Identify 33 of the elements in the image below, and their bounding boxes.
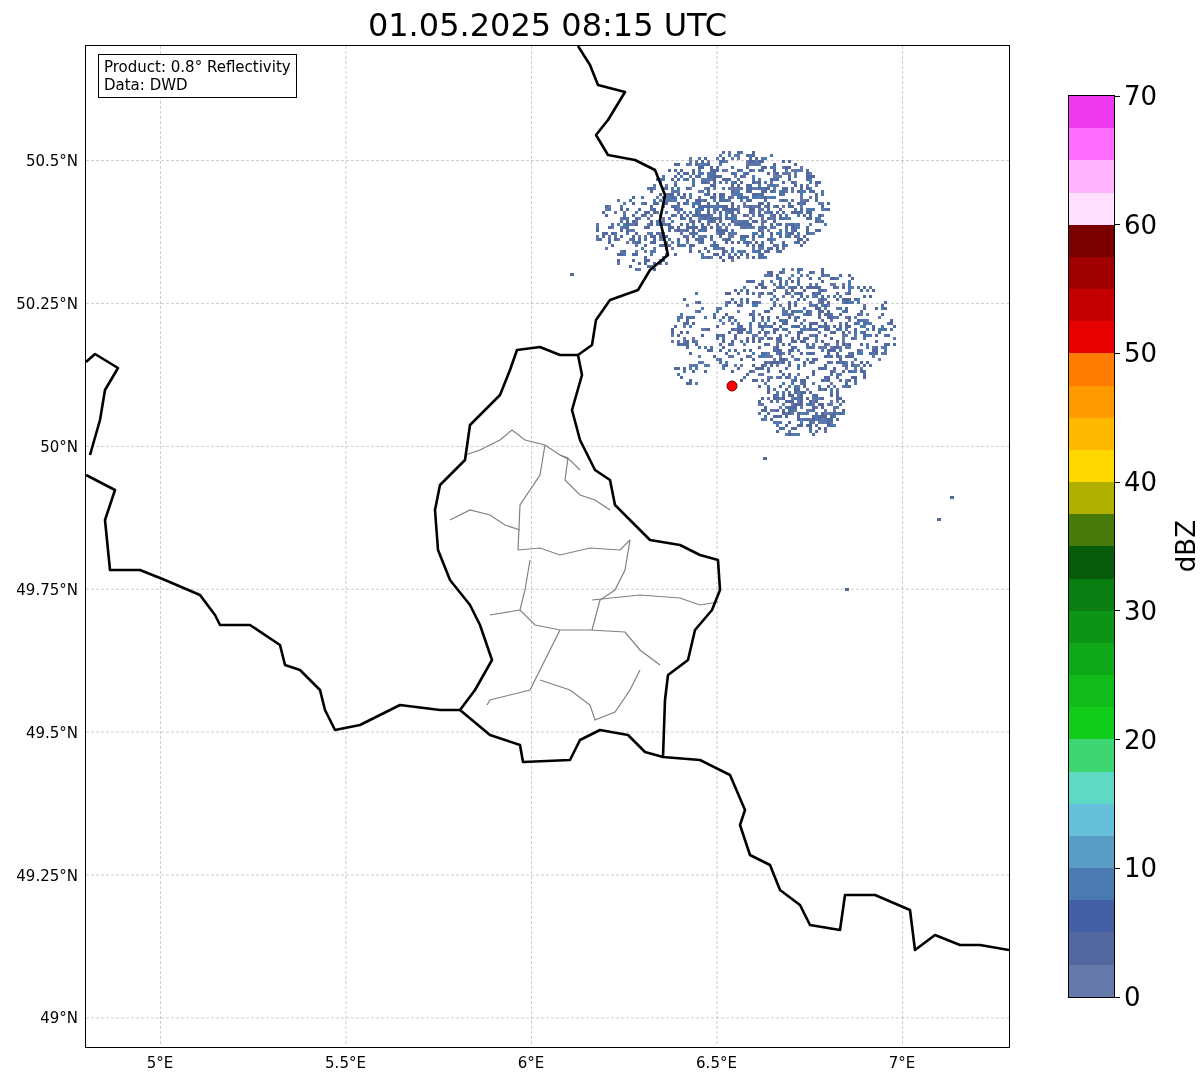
tick-mark — [1115, 352, 1120, 354]
tick-mark — [1115, 610, 1120, 612]
colorbar-tick-label: 70 — [1124, 81, 1158, 111]
colorbar-tick-label: 20 — [1124, 724, 1158, 755]
colorbar-tick-label: 50 — [1124, 338, 1158, 369]
longitude-label: 5.5°E — [325, 1054, 366, 1072]
colorbar-tick-label: 30 — [1124, 595, 1158, 626]
latitude-label: 50.25°N — [16, 294, 78, 313]
info-text: Data: DWD — [104, 76, 189, 94]
tick-mark — [1115, 996, 1120, 998]
longitude-label: 6°E — [517, 1054, 545, 1072]
longitude-label: 6.5°E — [696, 1054, 737, 1072]
longitude-label: 7°E — [888, 1054, 916, 1072]
radar-site-marker — [726, 380, 738, 392]
latitude-label: 50°N — [40, 437, 78, 456]
tick-mark — [1115, 481, 1120, 483]
colorbar-tick-label: 60 — [1124, 209, 1158, 240]
colorbar-tick-label: 0 — [1124, 982, 1141, 1012]
tick-mark — [1115, 739, 1120, 741]
colorbar-label: dBZ — [1171, 520, 1201, 573]
latitude-label: 49°N — [40, 1009, 78, 1028]
latitude-label: 50.5°N — [25, 152, 78, 170]
latitude-label: 49.25°N — [16, 866, 78, 885]
latitude-label: 49.75°N — [16, 580, 78, 599]
tick-mark — [1115, 224, 1120, 226]
tick-mark — [1115, 95, 1120, 97]
latitude-label: 49.5°N — [25, 723, 78, 742]
colorbar-tick-label: 40 — [1124, 467, 1158, 498]
info-text: Product: 0.8° Reflectivity — [104, 58, 291, 76]
colorbar-tick-label: 10 — [1124, 853, 1158, 884]
tick-mark — [1115, 867, 1120, 869]
longitude-label: 5°E — [146, 1054, 174, 1072]
chart-title: 01.05.2025 08:15 UTC — [367, 6, 728, 44]
